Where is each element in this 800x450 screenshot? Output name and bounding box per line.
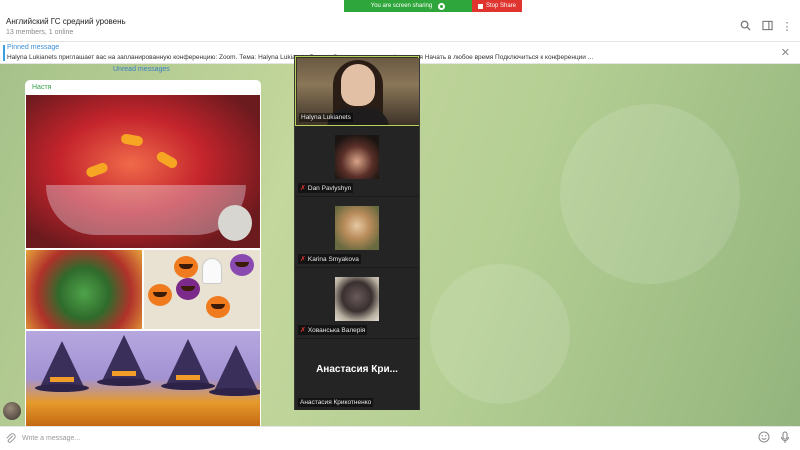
witch-hat-band [176, 375, 200, 380]
wallpaper-pattern [560, 104, 740, 284]
ghost-cookie [202, 258, 222, 284]
wallpaper-pattern [430, 264, 570, 404]
message-input[interactable] [22, 430, 722, 447]
attach-icon[interactable] [5, 432, 16, 447]
mic-off-icon: ✗ [300, 327, 306, 334]
mic-off-icon: ✗ [300, 185, 306, 192]
sidebar-toggle-icon[interactable] [760, 20, 774, 34]
chat-header: Английский ГС средний уровень 13 members… [0, 12, 800, 42]
chat-title[interactable]: Английский ГС средний уровень [6, 17, 126, 26]
message-bubble[interactable]: Настя [25, 80, 261, 426]
stop-share-button[interactable]: Stop Share [472, 0, 522, 12]
emoji-icon[interactable] [758, 431, 770, 446]
close-icon[interactable]: ✕ [781, 46, 790, 59]
participant-name: Хованська Валерія [307, 327, 366, 334]
stop-share-label: Stop Share [485, 3, 517, 9]
screen-share-bar: You are screen sharing Stop Share [344, 0, 522, 12]
participant-name: Karina Smyakova [307, 256, 359, 263]
witch-hat-brim [35, 384, 89, 392]
photo-halloween-cookies[interactable] [144, 250, 260, 329]
message-composer [0, 426, 800, 450]
pinned-title: Pinned message [7, 44, 60, 51]
monster-cookie [176, 278, 200, 300]
participant-name: Dan Pavlyshyn [307, 185, 352, 192]
sharing-indicator-icon [438, 2, 446, 10]
witch-hat-brim [161, 382, 215, 390]
pumpkin-cookie [206, 296, 230, 318]
orange-slice [120, 133, 144, 147]
participant-display-name: Анастасия Кри... [316, 364, 398, 375]
pumpkin-cookie [174, 256, 198, 278]
chat-members-count: 13 members, 1 online [6, 29, 74, 36]
participant-avatar [335, 135, 379, 179]
sender-avatar[interactable] [3, 402, 21, 420]
participant-tile[interactable]: ✗ Хованська Валерія [295, 269, 419, 339]
photo-zombie-hand[interactable] [26, 250, 142, 329]
participant-tile[interactable]: ✗ Dan Pavlyshyn [295, 127, 419, 197]
mic-off-icon: ✗ [300, 256, 306, 263]
screen-share-status: You are screen sharing [344, 0, 472, 12]
participants-panel: Halyna Lukianets ✗ Dan Pavlyshyn ✗ Karina … [294, 55, 420, 410]
participant-name: Halyna Lukianets [299, 113, 353, 122]
pumpkin-cookie [148, 284, 172, 306]
skull-decoration [218, 205, 252, 241]
participant-avatar [335, 277, 379, 321]
witch-hat-band [50, 377, 74, 382]
unread-divider: Unread messages [113, 66, 170, 73]
witch-hat-brim [97, 378, 151, 386]
more-icon[interactable]: ⋮ [780, 20, 794, 34]
participant-name: Анастасия Крикотненко [298, 398, 374, 407]
pumpkin-cookie [230, 254, 254, 276]
photo-punch-bowl[interactable] [26, 95, 260, 248]
glass-bowl [46, 185, 246, 235]
screen-share-status-text: You are screen sharing [370, 3, 433, 9]
stop-icon [477, 3, 483, 9]
search-icon[interactable] [738, 20, 752, 34]
participant-avatar [335, 206, 379, 250]
witch-hat [214, 345, 258, 391]
message-sender[interactable]: Настя [32, 84, 51, 91]
mic-icon[interactable] [780, 431, 790, 447]
participant-tile[interactable]: Halyna Lukianets [295, 56, 419, 126]
participant-tile[interactable]: ✗ Karina Smyakova [295, 198, 419, 268]
witch-hat-brim [209, 388, 260, 396]
orange-slice [84, 161, 110, 179]
witch-hat-band [112, 371, 136, 376]
photo-witch-hat-cupcakes[interactable] [26, 331, 260, 426]
participant-tile[interactable]: Анастасия Кри... Анастасия Крикотненко [295, 340, 419, 410]
orange-slice [154, 150, 180, 170]
pinned-accent-bar [3, 45, 5, 61]
